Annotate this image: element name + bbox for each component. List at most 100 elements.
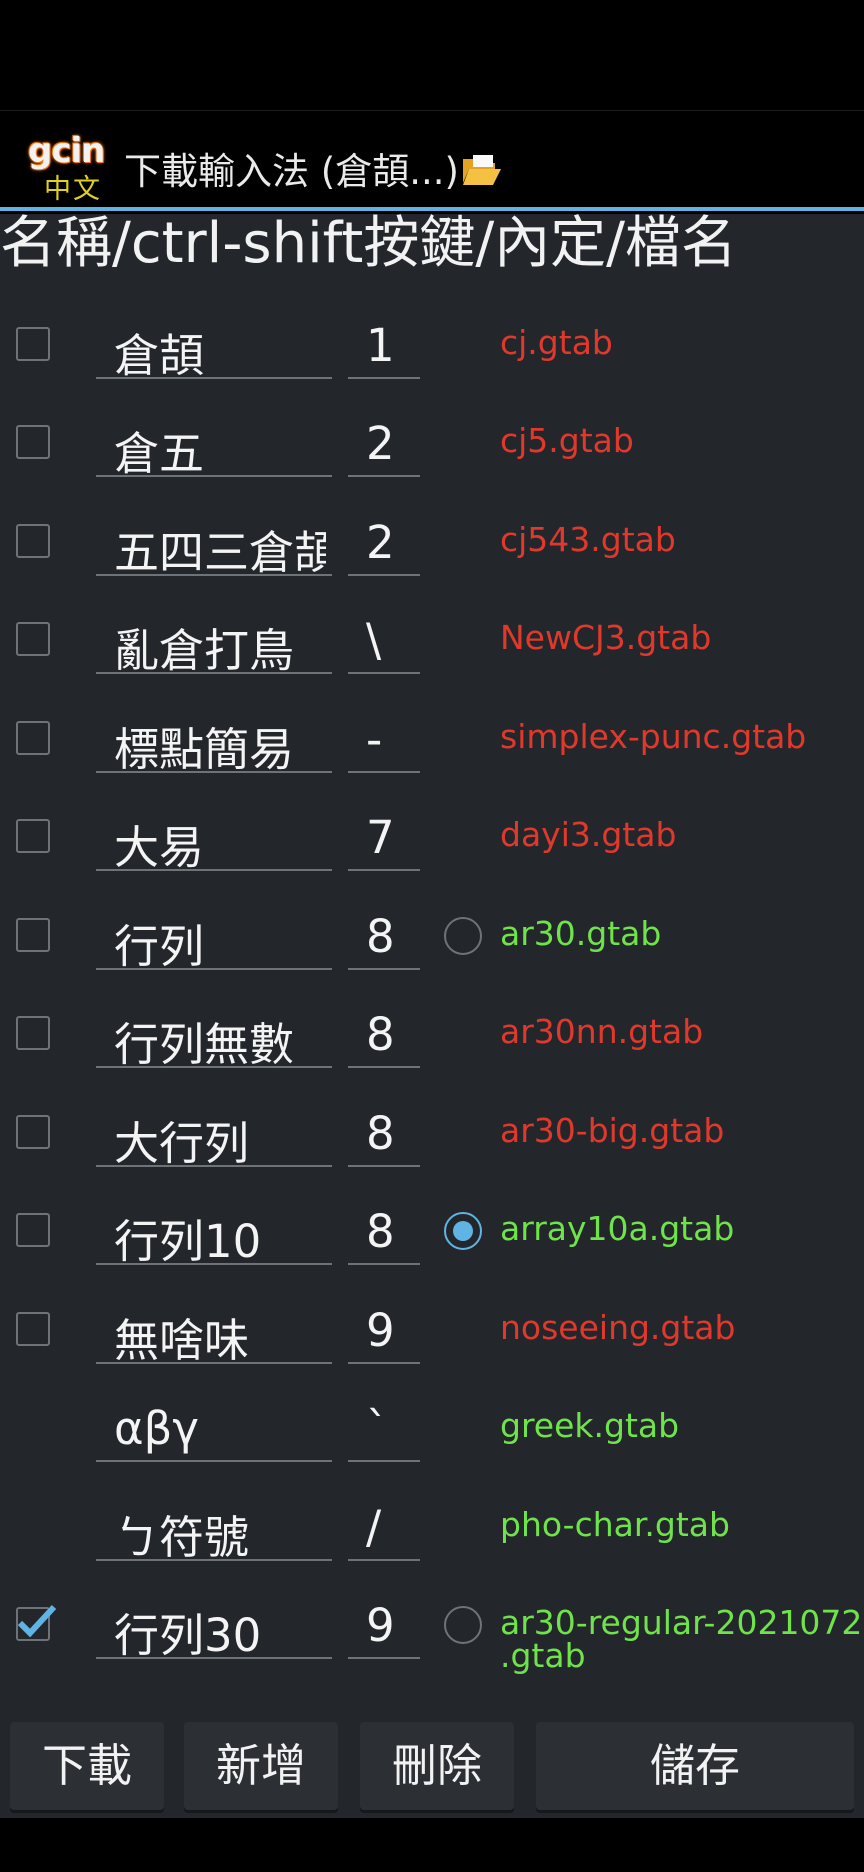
- name-field[interactable]: 大行列: [96, 1101, 332, 1170]
- list-item: αβγ ` greek.gtab: [0, 1380, 864, 1478]
- hotkey-field[interactable]: 2: [348, 510, 420, 576]
- delete-button[interactable]: 刪除: [360, 1722, 514, 1810]
- action-bar: 下載 新增 刪除 儲存: [0, 1714, 864, 1818]
- name-field[interactable]: 大易: [96, 805, 332, 874]
- checkbox[interactable]: [16, 425, 50, 459]
- list-item: 行列30 9 ar30-regular-20210723 .gtab: [0, 1577, 864, 1675]
- checkbox[interactable]: [16, 622, 50, 656]
- filename-line: greek.gtab: [500, 1406, 680, 1445]
- name-text: 大行列: [114, 1116, 250, 1170]
- column-header: 名稱/ctrl-shift按鍵/內定/檔名: [0, 214, 864, 280]
- hotkey-field[interactable]: 7: [348, 805, 420, 871]
- name-field[interactable]: 無啥味: [96, 1298, 332, 1367]
- save-button[interactable]: 儲存: [536, 1722, 854, 1810]
- name-field[interactable]: 行列30: [96, 1593, 332, 1662]
- hotkey-field[interactable]: 8: [348, 904, 420, 970]
- hotkey-field[interactable]: `: [348, 1396, 420, 1462]
- name-text: 行列10: [114, 1215, 262, 1268]
- list-item: 無啥味 9 noseeing.gtab: [0, 1282, 864, 1380]
- list-item: 五四三倉頡 2 cj543.gtab: [0, 494, 864, 592]
- logo-subtext: 中文: [44, 174, 102, 205]
- hotkey-text: 2: [366, 515, 395, 569]
- name-field[interactable]: 倉頡: [96, 313, 332, 382]
- filename-line: simplex-punc.gtab: [500, 716, 807, 756]
- hotkey-text: 8: [366, 909, 395, 963]
- filename-text: noseeing.gtab: [500, 1308, 735, 1347]
- checkmark-icon: [17, 1604, 57, 1638]
- hotkey-text: 9: [366, 1599, 395, 1652]
- list-item: 大行列 8 ar30-big.gtab: [0, 1085, 864, 1183]
- list-item: 行列無數 8 ar30nn.gtab: [0, 986, 864, 1084]
- filename-text: ar30-big.gtab: [500, 1111, 724, 1150]
- checkbox[interactable]: [16, 1016, 50, 1050]
- name-field[interactable]: 五四三倉頡: [96, 510, 332, 579]
- filename-line: noseeing.gtab: [500, 1307, 736, 1347]
- default-radio[interactable]: [444, 916, 482, 955]
- filename-text: ar30nn.gtab: [500, 1012, 703, 1051]
- open-folder-icon: [461, 153, 503, 196]
- hotkey-field[interactable]: -: [348, 707, 420, 773]
- status-bar: [0, 0, 864, 110]
- list-item: 亂倉打鳥 \ NewCJ3.gtab: [0, 592, 864, 690]
- checkbox[interactable]: [16, 523, 50, 558]
- hotkey-field[interactable]: \: [348, 608, 420, 674]
- hotkey-text: \: [366, 614, 382, 667]
- hotkey-text: /: [366, 1500, 382, 1554]
- window-title-text: 下載輸入法 (倉頡...): [124, 150, 459, 193]
- filename-text: array10a.gtab: [500, 1209, 734, 1248]
- list-item: 大易 7 dayi3.gtab: [0, 789, 864, 887]
- name-field[interactable]: 行列: [96, 904, 332, 973]
- name-field[interactable]: ㄅ符號: [96, 1495, 332, 1564]
- name-text: 大易: [114, 821, 205, 874]
- name-text: 倉五: [114, 427, 205, 480]
- filename-line: cj543.gtab: [500, 519, 676, 559]
- hotkey-field[interactable]: /: [348, 1495, 420, 1561]
- default-radio[interactable]: [444, 1606, 482, 1644]
- filename-line: ar30.gtab: [500, 913, 662, 953]
- checkbox[interactable]: [16, 326, 50, 361]
- default-radio-selected[interactable]: [444, 1212, 482, 1250]
- hotkey-field[interactable]: 9: [348, 1298, 420, 1364]
- checkbox-checked[interactable]: [16, 1604, 57, 1641]
- hotkey-field[interactable]: 2: [348, 411, 420, 477]
- window-title: 下載輸入法 (倉頡...): [124, 141, 503, 196]
- checkbox[interactable]: [16, 1114, 50, 1149]
- input-method-list[interactable]: 詞音6!TSIN倉頡1cj.gtab倉五2cj5.gtab五四三倉頡2cj543…: [0, 214, 864, 1714]
- filename-line: cj5.gtab: [500, 421, 634, 460]
- download-button[interactable]: 下載: [10, 1722, 164, 1810]
- name-text: 行列: [114, 919, 205, 973]
- filename-text: ar30-regular-20210723 .gtab: [500, 1603, 864, 1675]
- navigation-bar: [0, 1818, 864, 1872]
- checkbox[interactable]: [16, 1213, 50, 1247]
- list-item: 倉頡 1 cj.gtab: [0, 297, 864, 395]
- name-field[interactable]: 標點簡易: [96, 707, 332, 776]
- hotkey-text: 1: [366, 318, 395, 372]
- name-text: 行列無數: [114, 1018, 295, 1071]
- hotkey-field[interactable]: 9: [348, 1593, 420, 1659]
- checkbox[interactable]: [16, 917, 50, 952]
- hotkey-field[interactable]: 1: [348, 313, 420, 379]
- name-text: 亂倉打鳥: [114, 624, 295, 677]
- name-field[interactable]: 倉五: [96, 411, 332, 480]
- hotkey-field[interactable]: 8: [348, 1101, 420, 1167]
- name-field[interactable]: 行列無數: [96, 1002, 332, 1071]
- filename-text: cj543.gtab: [500, 520, 676, 559]
- checkbox[interactable]: [16, 720, 50, 755]
- filename-line: ar30nn.gtab: [500, 1012, 704, 1051]
- add-button[interactable]: 新增: [184, 1722, 338, 1810]
- name-text: 倉頡: [114, 328, 205, 382]
- name-field[interactable]: αβγ: [96, 1396, 332, 1462]
- hotkey-text: 8: [366, 1106, 395, 1160]
- checkbox[interactable]: [16, 1311, 50, 1346]
- name-field[interactable]: 亂倉打鳥: [96, 608, 332, 677]
- name-field[interactable]: 行列10: [96, 1199, 332, 1268]
- hotkey-field[interactable]: 8: [348, 1199, 420, 1265]
- hotkey-text: 7: [366, 811, 395, 864]
- filename-line: pho-char.gtab: [500, 1504, 730, 1544]
- hotkey-field[interactable]: 8: [348, 1002, 420, 1068]
- filename-text: pho-char.gtab: [500, 1505, 730, 1544]
- filename-line: ar30-big.gtab: [500, 1110, 725, 1150]
- filename-text: NewCJ3.gtab: [500, 618, 711, 657]
- logo-text: gcin: [28, 131, 105, 171]
- checkbox[interactable]: [16, 819, 50, 853]
